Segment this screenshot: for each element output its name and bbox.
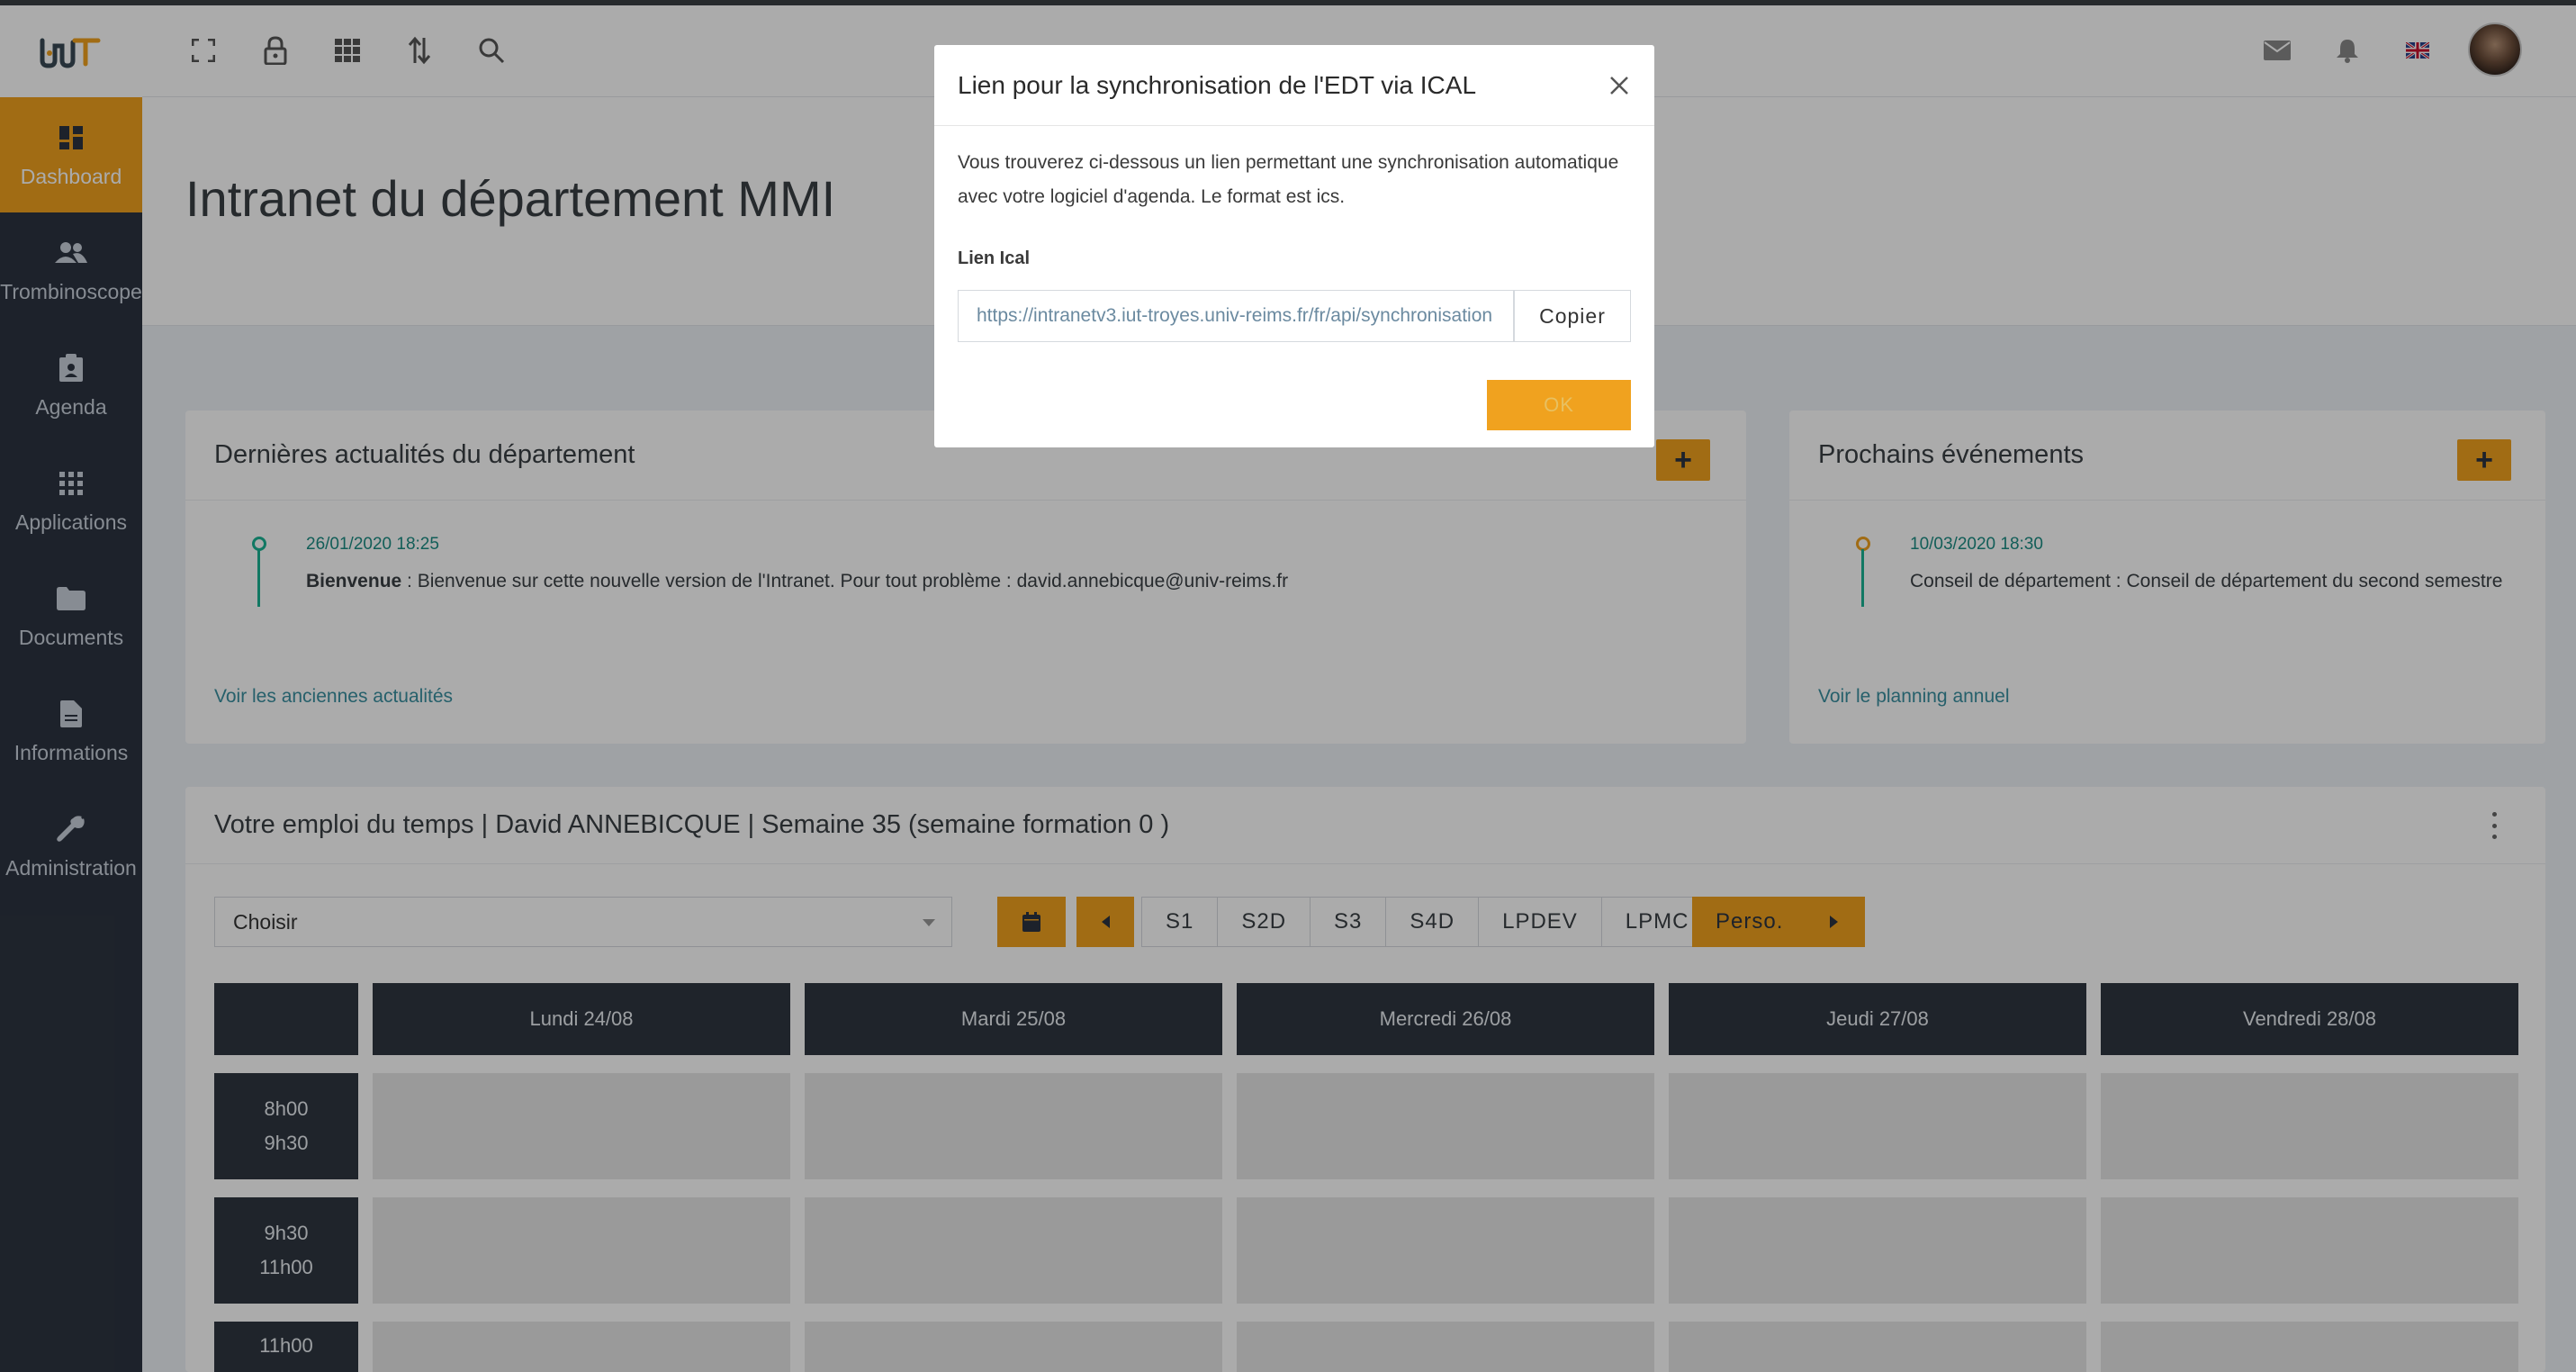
- ok-button[interactable]: OK: [1487, 380, 1631, 430]
- ical-label: Lien Ical: [958, 248, 1031, 268]
- close-icon: [1610, 77, 1628, 95]
- copy-button[interactable]: Copier: [1514, 290, 1631, 342]
- modal-header: Lien pour la synchronisation de l'EDT vi…: [934, 45, 1654, 126]
- modal-title: Lien pour la synchronisation de l'EDT vi…: [958, 70, 1477, 99]
- ical-modal: Lien pour la synchronisation de l'EDT vi…: [934, 45, 1654, 447]
- ical-url-input[interactable]: [958, 290, 1514, 342]
- close-button[interactable]: [1608, 74, 1631, 97]
- modal-description: Vous trouverez ci-dessous un lien permet…: [958, 152, 1619, 207]
